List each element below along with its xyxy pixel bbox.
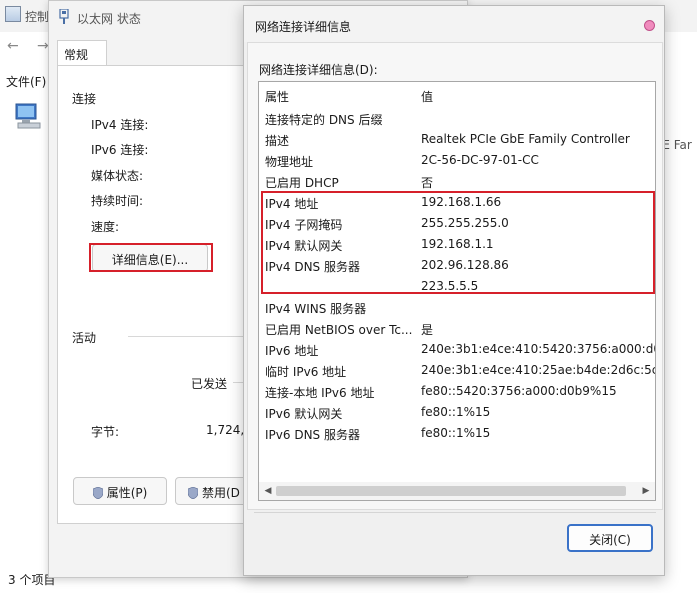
duration-label: 持续时间:	[91, 194, 144, 208]
table-row[interactable]: IPv4 WINS 服务器	[259, 296, 655, 317]
row-value: 240e:3b1:e4ce:410:25ae:b4de:2d6c:5ccf	[421, 363, 656, 377]
row-value: fe80::5420:3756:a000:d0b9%15	[421, 384, 617, 398]
column-header-value[interactable]: 值	[421, 88, 433, 105]
list-header: 属性 值	[259, 82, 655, 106]
activity-section-title: 活动	[72, 331, 97, 345]
table-row[interactable]: 临时 IPv6 地址 240e:3b1:e4ce:410:25ae:b4de:2d…	[259, 359, 655, 380]
table-row[interactable]: IPv6 DNS 服务器 fe80::1%15	[259, 422, 655, 443]
row-value: Realtek PCIe GbE Family Controller	[421, 132, 630, 146]
horizontal-scrollbar[interactable]: ◀ ▶	[259, 482, 655, 500]
row-property: 已启用 NetBIOS over Tc...	[265, 323, 413, 337]
row-value: 2C-56-DC-97-01-CC	[421, 153, 539, 167]
properties-button-label: 属性(P)	[106, 486, 148, 500]
disable-button-label: 禁用(D	[202, 486, 240, 500]
row-value: 否	[421, 176, 434, 190]
table-row[interactable]: 连接特定的 DNS 后缀	[259, 107, 655, 128]
row-property: 连接特定的 DNS 后缀	[265, 113, 383, 127]
status-dialog-title: 以太网 状态	[77, 12, 141, 26]
explorer-title: 控制	[25, 10, 50, 24]
details-titlebar: 网络连接详细信息	[244, 6, 664, 42]
table-row[interactable]: 连接-本地 IPv6 地址 fe80::5420:3756:a000:d0b9%1…	[259, 380, 655, 401]
row-property: 物理地址	[265, 155, 314, 169]
row-property: 临时 IPv6 地址	[265, 365, 347, 379]
shield-icon	[92, 487, 103, 499]
table-row[interactable]: 已启用 DHCP 否	[259, 170, 655, 191]
row-property: IPv6 默认网关	[265, 407, 343, 421]
row-value: 是	[421, 323, 434, 337]
scroll-right-icon[interactable]: ▶	[640, 485, 652, 497]
table-row[interactable]: 物理地址 2C-56-DC-97-01-CC	[259, 149, 655, 170]
activity-divider	[128, 336, 248, 337]
footer-divider	[254, 512, 656, 513]
computer-icon[interactable]	[14, 103, 44, 129]
close-icon[interactable]	[644, 20, 655, 31]
column-header-property[interactable]: 属性	[265, 88, 289, 105]
row-property: 描述	[265, 134, 290, 148]
bytes-label: 字节:	[91, 425, 120, 439]
ipv6-connection-label: IPv6 连接:	[91, 143, 149, 157]
properties-button[interactable]: 属性(P)	[73, 477, 167, 505]
back-button[interactable]: ←	[7, 38, 19, 54]
table-row[interactable]: IPv6 默认网关 fe80::1%15	[259, 401, 655, 422]
highlight-details-button	[89, 243, 213, 272]
row-property: 连接-本地 IPv6 地址	[265, 386, 375, 400]
row-value: fe80::1%15	[421, 426, 491, 440]
row-property: IPv6 DNS 服务器	[265, 428, 360, 442]
highlight-ipv4-block	[261, 191, 655, 294]
scroll-left-icon[interactable]: ◀	[262, 485, 274, 497]
details-listview[interactable]: 属性 值 连接特定的 DNS 后缀 描述 Realtek PCIe GbE Fami…	[258, 81, 656, 501]
shield-icon	[188, 487, 198, 499]
menu-file[interactable]: 文件(F)	[6, 73, 46, 90]
row-property: IPv6 地址	[265, 344, 319, 358]
media-state-label: 媒体状态:	[91, 169, 144, 183]
details-panel: 网络连接详细信息(D): 属性 值 连接特定的 DNS 后缀 描述 Realtek …	[247, 42, 663, 510]
details-list-label: 网络连接详细信息(D):	[259, 63, 378, 77]
row-value: 240e:3b1:e4ce:410:5420:3756:a000:d0b9	[421, 342, 656, 356]
table-row[interactable]: 已启用 NetBIOS over Tc... 是	[259, 317, 655, 338]
scroll-thumb[interactable]	[276, 486, 626, 496]
row-property: 已启用 DHCP	[265, 176, 339, 190]
ipv4-connection-label: IPv4 连接:	[91, 118, 149, 132]
table-row[interactable]: 描述 Realtek PCIe GbE Family Controller	[259, 128, 655, 149]
table-row[interactable]: IPv6 地址 240e:3b1:e4ce:410:5420:3756:a000:…	[259, 338, 655, 359]
row-value: fe80::1%15	[421, 405, 491, 419]
details-dialog-title: 网络连接详细信息	[255, 20, 352, 34]
connection-section-title: 连接	[72, 92, 97, 106]
close-button[interactable]: 关闭(C)	[567, 524, 653, 552]
network-details-dialog: 网络连接详细信息 网络连接详细信息(D): 属性 值 连接特定的 DNS 后缀描…	[243, 5, 665, 576]
row-property: IPv4 WINS 服务器	[265, 302, 367, 316]
tab-general[interactable]: 常规	[57, 40, 107, 66]
speed-label: 速度:	[91, 220, 120, 234]
app-icon	[5, 6, 21, 22]
ethernet-icon	[59, 9, 69, 24]
forward-button[interactable]: →	[37, 38, 49, 54]
sent-label: 已发送	[191, 377, 228, 391]
